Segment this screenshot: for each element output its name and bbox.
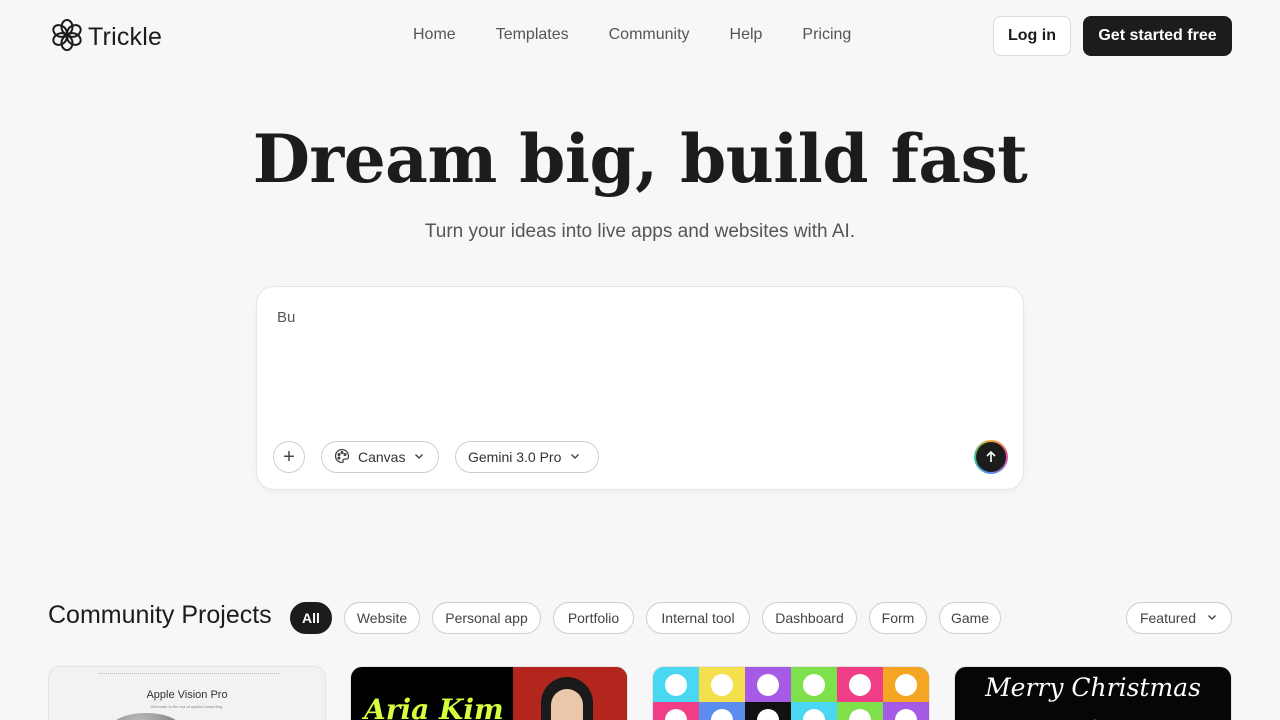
game-tile — [653, 702, 699, 720]
filter-all[interactable]: All — [290, 602, 332, 634]
project-card[interactable]: Aria Kim — [350, 666, 628, 720]
game-tile — [745, 667, 791, 702]
project-card[interactable]: Merry Christmas — [954, 666, 1232, 720]
game-tile — [837, 667, 883, 702]
send-button[interactable] — [974, 440, 1008, 474]
arrow-up-icon — [976, 442, 1006, 472]
nav-help[interactable]: Help — [730, 26, 763, 44]
hero-subtitle: Turn your ideas into live apps and websi… — [424, 221, 856, 242]
model-label: Gemini 3.0 Pro — [468, 449, 562, 465]
mode-label: Canvas — [358, 449, 406, 465]
palette-icon — [334, 448, 350, 467]
game-tile — [883, 667, 929, 702]
chevron-down-icon — [1206, 610, 1218, 626]
main-nav: Home Templates Community Help Pricing — [413, 26, 851, 44]
game-tile — [699, 667, 745, 702]
flower-logo-icon — [52, 19, 82, 56]
nav-templates[interactable]: Templates — [496, 26, 569, 44]
get-started-button[interactable]: Get started free — [1083, 16, 1232, 56]
game-tile — [653, 667, 699, 702]
sort-select[interactable]: Featured — [1126, 602, 1232, 634]
hero-title: Dream big, build fast — [252, 120, 1028, 198]
card-preview-navbar — [99, 673, 279, 675]
brand-name: Trickle — [88, 23, 163, 51]
filter-website[interactable]: Website — [344, 602, 420, 634]
game-tile — [837, 702, 883, 720]
prompt-input[interactable]: Bu — [277, 309, 997, 419]
headset-image — [111, 713, 181, 720]
portrait-image — [551, 689, 583, 720]
brand-logo[interactable]: Trickle — [52, 19, 162, 56]
game-tile-grid — [653, 667, 929, 720]
filter-internal-tool[interactable]: Internal tool — [646, 602, 750, 634]
login-button[interactable]: Log in — [993, 16, 1071, 56]
project-card[interactable] — [652, 666, 930, 720]
mode-select[interactable]: Canvas — [321, 441, 439, 473]
project-card[interactable]: Apple Vision Pro Welcome to the era of s… — [48, 666, 326, 720]
card-subtitle: Welcome to the era of spatial computing. — [150, 704, 224, 709]
filter-dashboard[interactable]: Dashboard — [762, 602, 857, 634]
filter-portfolio[interactable]: Portfolio — [553, 602, 634, 634]
filter-form[interactable]: Form — [869, 602, 927, 634]
site-header: Trickle Home Templates Community Help Pr… — [0, 0, 1280, 72]
sort-label: Featured — [1139, 610, 1197, 626]
game-tile — [699, 702, 745, 720]
chevron-down-icon — [413, 449, 425, 465]
nav-home[interactable]: Home — [413, 26, 456, 44]
game-tile — [883, 702, 929, 720]
nav-community[interactable]: Community — [609, 26, 690, 44]
plus-icon: + — [283, 446, 295, 468]
card-title: Merry Christmas — [985, 673, 1201, 702]
chevron-down-icon — [569, 449, 581, 465]
card-title: Apple Vision Pro — [146, 689, 228, 701]
prompt-box: Bu + Canvas Gemini 3.0 Pro — [256, 286, 1024, 490]
model-select[interactable]: Gemini 3.0 Pro — [455, 441, 599, 473]
game-tile — [791, 702, 837, 720]
card-title: Aria Kim — [364, 693, 504, 720]
nav-pricing[interactable]: Pricing — [802, 26, 851, 44]
filter-game[interactable]: Game — [939, 602, 1001, 634]
game-tile — [745, 702, 791, 720]
filter-personal-app[interactable]: Personal app — [432, 602, 541, 634]
game-tile — [791, 667, 837, 702]
add-attachment-button[interactable]: + — [273, 441, 305, 473]
community-title: Community Projects — [48, 601, 272, 629]
